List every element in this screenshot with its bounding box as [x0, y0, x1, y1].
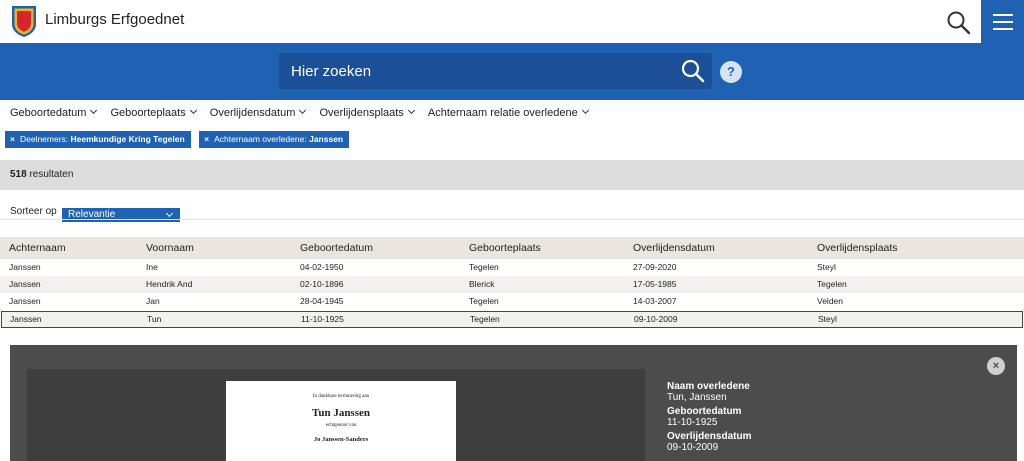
cell-achternaam: Janssen — [9, 296, 41, 306]
hamburger-icon — [993, 21, 1013, 23]
filter-label: Achternaam relatie overledene — [427, 107, 578, 119]
cell-overlijdensplaats: Tegelen — [817, 279, 847, 289]
table-header: Achternaam Voornaam Geboortedatum Geboor… — [0, 237, 1024, 259]
cell-overlijdensdatum: 14-03-2007 — [633, 296, 677, 306]
results-count: 518 resultaten — [10, 169, 73, 180]
column-header-voornaam[interactable]: Voornaam — [146, 237, 194, 259]
help-button[interactable]: ? — [720, 61, 742, 83]
table-row[interactable]: Janssen Hendrik And 02-10-1896 Blerick 1… — [0, 276, 1024, 293]
table-row[interactable]: Janssen Jan 28-04-1945 Tegelen 14-03-200… — [0, 293, 1024, 310]
filter-label: Geboorteplaats — [110, 107, 186, 119]
filter-label: Geboortedatum — [10, 107, 87, 119]
top-bar: Limburgs Erfgoednet — [0, 0, 1024, 44]
cell-geboorteplaats: Blerick — [469, 279, 495, 289]
cell-geboortedatum: 02-10-1896 — [300, 279, 344, 289]
close-icon[interactable]: × — [987, 357, 1005, 375]
search-box — [279, 53, 712, 89]
cell-overlijdensplaats: Steyl — [817, 262, 836, 272]
hamburger-icon — [993, 28, 1013, 30]
chevron-down-icon — [299, 106, 307, 115]
field-label: Overlijdensdatum — [667, 431, 752, 442]
menu-button[interactable] — [981, 0, 1024, 43]
chevron-down-icon — [581, 106, 589, 115]
logo-shield-icon[interactable] — [10, 4, 38, 38]
field-value: 11-10-1925 — [667, 417, 718, 428]
cell-overlijdensdatum: 17-05-1985 — [633, 279, 677, 289]
cell-geboorteplaats: Tegelen — [469, 296, 499, 306]
filter-geboorteplaats[interactable]: Geboorteplaats — [110, 106, 197, 119]
active-filter-chip[interactable]: × Deelnemers: Heemkundige Kring Tegelen — [5, 131, 191, 148]
filter-label: Overlijdensdatum — [209, 107, 296, 119]
image-viewer: In dankbare herinnering aan Tun Janssen … — [27, 369, 645, 461]
field-value: Tun, Janssen — [667, 392, 727, 403]
site-title[interactable]: Limburgs Erfgoednet — [45, 11, 184, 28]
sort-label: Sorteer op — [10, 206, 57, 217]
detail-panel: In dankbare herinnering aan Tun Janssen … — [10, 345, 1017, 461]
cell-achternaam: Janssen — [9, 279, 41, 289]
cell-achternaam: Janssen — [9, 262, 41, 272]
hamburger-icon — [993, 14, 1013, 16]
search-band: ? — [0, 43, 1024, 100]
chevron-down-icon — [407, 106, 415, 115]
results-number: 518 — [10, 169, 27, 180]
search-icon[interactable] — [945, 9, 973, 35]
card-dedication: In dankbare herinnering aan — [312, 394, 370, 399]
column-header-achternaam[interactable]: Achternaam — [9, 237, 66, 259]
cell-overlijdensdatum: 27-09-2020 — [633, 262, 677, 272]
results-bar: 518 resultaten — [0, 160, 1024, 190]
field-label: Naam overledene — [667, 381, 750, 392]
field-value: 09-10-2009 — [667, 442, 719, 453]
column-header-geboorteplaats[interactable]: Geboorteplaats — [469, 237, 541, 259]
cell-voornaam: Tun — [147, 314, 162, 324]
chip-value: Heemkundige Kring Tegelen — [70, 134, 185, 144]
results-label: resultaten — [29, 169, 74, 180]
cell-voornaam: Ine — [146, 262, 158, 272]
cell-overlijdensplaats: Velden — [817, 296, 843, 306]
filter-overlijdensdatum[interactable]: Overlijdensdatum — [209, 106, 307, 119]
column-header-overlijdensplaats[interactable]: Overlijdensplaats — [817, 237, 898, 259]
active-filter-chip[interactable]: × Achternaam overledene: Janssen — [199, 131, 350, 148]
cell-geboortedatum: 28-04-1945 — [300, 296, 344, 306]
filter-overlijdensplaats[interactable]: Overlijdensplaats — [319, 106, 415, 119]
filter-achternaam-relatie[interactable]: Achternaam relatie overledene — [427, 106, 589, 119]
table-row-selected[interactable]: Janssen Tun 11-10-1925 Tegelen 09-10-200… — [1, 311, 1023, 328]
divider — [0, 219, 1024, 220]
cell-geboortedatum: 11-10-1925 — [301, 314, 344, 324]
card-spouse: Jo Janssen-Sanders — [313, 436, 369, 443]
chevron-down-icon — [165, 209, 174, 218]
column-header-overlijdensdatum[interactable]: Overlijdensdatum — [633, 237, 715, 259]
filter-label: Overlijdensplaats — [319, 107, 404, 119]
close-icon[interactable]: × — [10, 134, 15, 144]
cell-voornaam: Jan — [146, 296, 160, 306]
cell-overlijdensdatum: 09-10-2009 — [634, 314, 678, 324]
cell-voornaam: Hendrik And — [146, 279, 193, 289]
chip-label: Achternaam overledene: — [214, 134, 307, 144]
cell-geboorteplaats: Tegelen — [469, 262, 499, 272]
filter-geboortedatum[interactable]: Geboortedatum — [10, 106, 98, 119]
cell-achternaam: Janssen — [10, 314, 42, 324]
table-row[interactable]: Janssen Ine 04-02-1950 Tegelen 27-09-202… — [0, 259, 1024, 276]
chip-value: Janssen — [309, 134, 344, 144]
cell-overlijdensplaats: Steyl — [818, 314, 837, 324]
cell-geboortedatum: 04-02-1950 — [300, 262, 344, 272]
chevron-down-icon — [90, 106, 98, 115]
column-header-geboortedatum[interactable]: Geboortedatum — [300, 237, 373, 259]
filter-bar: Geboortedatum Geboorteplaats Overlijdens… — [10, 106, 599, 123]
chip-label: Deelnemers: — [19, 134, 69, 144]
search-submit-icon[interactable] — [680, 58, 706, 84]
card-relation: echtgenoot van — [325, 423, 357, 428]
search-input[interactable] — [279, 53, 681, 89]
memorial-card-image[interactable]: In dankbare herinnering aan Tun Janssen … — [226, 381, 456, 461]
chevron-down-icon — [189, 106, 197, 115]
card-name: Tun Janssen — [312, 407, 370, 419]
field-label: Geboortedatum — [667, 406, 742, 417]
results-table: Achternaam Voornaam Geboortedatum Geboor… — [0, 237, 1024, 328]
record-info: Naam overledene Tun, Janssen Geboortedat… — [667, 381, 751, 456]
cell-geboorteplaats: Tegelen — [470, 314, 500, 324]
close-icon[interactable]: × — [204, 134, 209, 144]
active-filters: × Deelnemers: Heemkundige Kring Tegelen ×… — [5, 131, 353, 148]
